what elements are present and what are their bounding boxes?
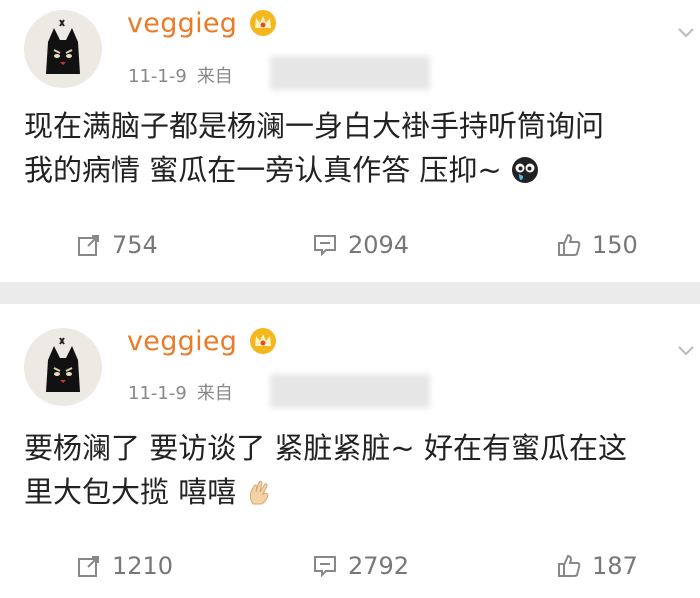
username[interactable]: veggieg [127, 326, 237, 357]
post-text-line: 要杨澜了 要访谈了 紧脏紧脏~ 好在有蜜瓜在这 [24, 431, 627, 465]
ok-hand-icon [250, 480, 269, 505]
blurred-source [270, 374, 430, 408]
comment-count: 2792 [348, 552, 410, 580]
avatar[interactable] [24, 328, 102, 406]
cat-avatar-icon [46, 19, 80, 74]
repost-button[interactable]: 1210 [76, 546, 173, 586]
post-text: 要杨澜了 要访谈了 紧脏紧脏~ 好在有蜜瓜在这 里大包大揽 嘻嘻 [24, 426, 700, 514]
vip-crown-icon [248, 326, 278, 356]
thumbs-up-icon [558, 233, 581, 256]
username[interactable]: veggieg [127, 8, 237, 39]
comment-button[interactable]: 2792 [312, 546, 409, 586]
like-button[interactable]: 187 [556, 546, 638, 586]
like-count: 187 [592, 552, 638, 580]
post-text-line: 现在满脑子都是杨澜一身白大褂手持听筒询问 [24, 109, 605, 143]
post-date: 11-1-9 [128, 383, 187, 404]
cat-avatar-icon [46, 337, 80, 392]
weibo-post-2: veggieg 11-1-9 来自 要杨澜了 要访谈了 紧脏紧脏~ 好在有蜜瓜在这… [0, 304, 700, 598]
repost-icon [78, 556, 99, 577]
comment-count: 2094 [348, 231, 410, 259]
post-source[interactable]: 来自 [197, 66, 233, 87]
post-text: 现在满脑子都是杨澜一身白大褂手持听筒询问 我的病情 蜜瓜在一旁认真作答 压抑~ [24, 104, 700, 192]
post-meta: 11-1-9 来自 [128, 62, 233, 88]
repost-count: 754 [112, 231, 158, 259]
avatar[interactable] [24, 10, 102, 88]
chevron-down-icon[interactable] [678, 346, 694, 356]
crying-face-icon [511, 157, 538, 183]
post-date: 11-1-9 [128, 66, 187, 87]
post-actions: 1210 2792 187 [0, 546, 700, 586]
comment-icon [314, 556, 336, 578]
repost-icon [78, 235, 99, 256]
post-source[interactable]: 来自 [197, 383, 233, 404]
comment-icon [314, 235, 336, 257]
thumbs-up-icon [558, 554, 581, 577]
repost-button[interactable]: 754 [76, 225, 158, 265]
chevron-down-icon[interactable] [678, 28, 694, 38]
post-actions: 754 2094 150 [0, 225, 700, 265]
blurred-source [270, 56, 430, 90]
post-separator [0, 282, 700, 304]
comment-button[interactable]: 2094 [312, 225, 409, 265]
post-text-line-2: 我的病情 蜜瓜在一旁认真作答 压抑~ [24, 148, 700, 192]
like-count: 150 [592, 231, 638, 259]
post-meta: 11-1-9 来自 [128, 379, 233, 405]
repost-count: 1210 [112, 552, 174, 580]
vip-crown-icon [248, 8, 278, 38]
weibo-post-1: veggieg 11-1-9 来自 现在满脑子都是杨澜一身白大褂手持听筒询问 我的… [0, 0, 700, 282]
post-text-line-2: 里大包大揽 嘻嘻 [24, 470, 700, 514]
like-button[interactable]: 150 [556, 225, 638, 265]
